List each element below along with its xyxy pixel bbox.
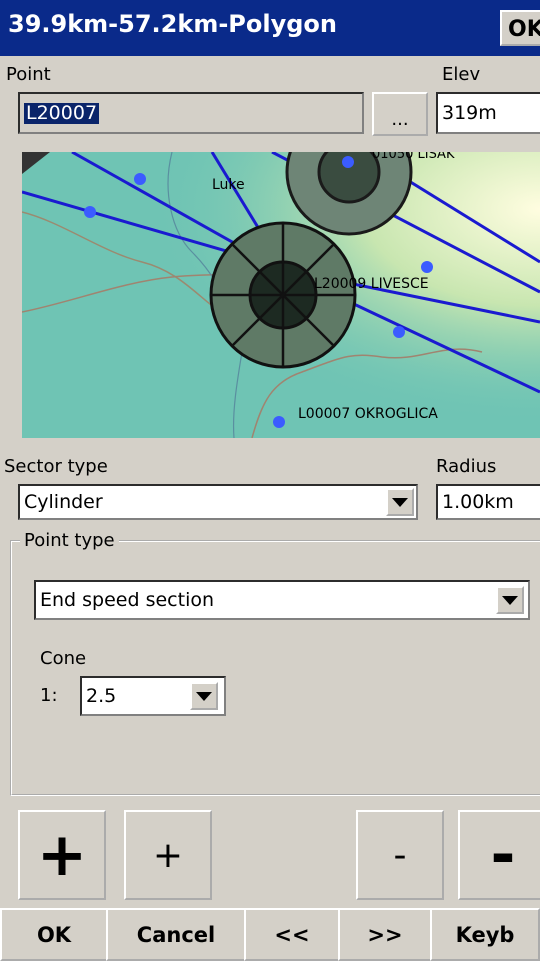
minus-large-icon: - [490,820,516,890]
point-value: L20007 [24,101,100,124]
map-canvas: Luke 01050 LISAK L20009 LIVESCE L00007 O… [22,152,540,438]
sector-type-label: Sector type [4,456,108,477]
browse-label: ... [391,108,409,130]
sector-type-dropdown-button[interactable] [386,488,414,516]
point-type-group-label: Point type [20,530,119,551]
map-label-luke: Luke [212,177,245,193]
cancel-button[interactable]: Cancel [106,908,246,961]
map-view[interactable]: Luke 01050 LISAK L20009 LIVESCE L00007 O… [22,152,540,438]
decrease-large-button[interactable]: - [458,810,540,900]
increase-large-button[interactable]: + [18,810,106,900]
plus-large-icon: + [36,820,88,890]
next-button[interactable]: >> [338,908,432,961]
point-field[interactable]: L20007 [18,92,364,134]
browse-point-button[interactable]: ... [372,92,428,136]
cone-label: Cone [40,648,87,669]
cone-dropdown-button[interactable] [190,682,218,710]
chevron-down-icon [502,595,518,605]
minus-small-icon: - [393,834,407,876]
ok-button[interactable]: OK [0,908,108,961]
plus-small-icon: + [152,834,184,876]
decrease-small-button[interactable]: - [356,810,444,900]
point-type-dropdown-button[interactable] [496,586,524,614]
previous-button[interactable]: << [244,908,340,961]
radius-field[interactable]: 1.00km [436,484,540,520]
elev-value: 319m [442,101,497,124]
window-title: 39.9km-57.2km-Polygon [8,10,337,38]
elev-field[interactable]: 319m [436,92,540,134]
increase-small-button[interactable]: + [124,810,212,900]
map-label-livesce: L20009 LIVESCE [314,276,429,292]
sector-type-value: Cylinder [24,490,103,513]
cone-value: 2.5 [86,684,117,707]
map-label-lisak: 01050 LISAK [372,152,455,162]
radius-label: Radius [436,456,497,477]
map-label-okroglica: L00007 OKROGLICA [298,406,438,422]
sector-type-select[interactable]: Cylinder [18,484,418,520]
title-ok-button[interactable]: OK [500,10,540,46]
point-type-group [10,540,540,796]
radius-value: 1.00km [442,490,514,513]
title-bar: 39.9km-57.2km-Polygon OK [0,0,540,56]
bottom-toolbar: OK Cancel << >> Keyb [0,908,540,961]
elev-label: Elev [442,64,481,85]
point-type-value: End speed section [40,588,215,611]
keyboard-button[interactable]: Keyb [430,908,540,961]
point-type-select[interactable]: End speed section [34,580,530,620]
chevron-down-icon [392,497,408,507]
point-label: Point [6,64,51,85]
cylinder-sector-lines [211,223,355,367]
cone-prefix: 1: [40,685,58,706]
chevron-down-icon [196,691,212,701]
